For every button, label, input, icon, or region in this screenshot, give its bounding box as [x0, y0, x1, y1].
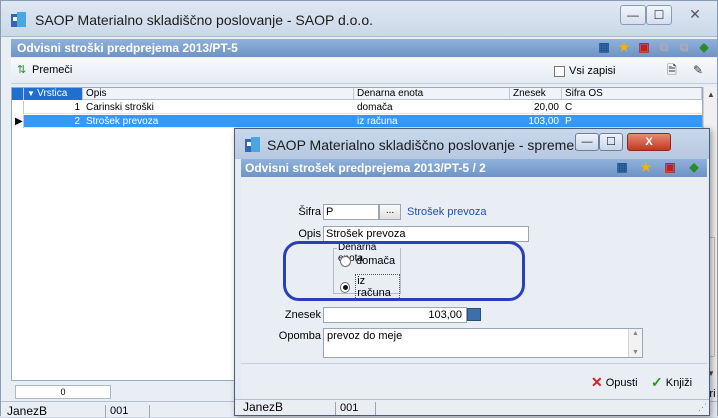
opis-input[interactable]: Strošek prevoza	[323, 226, 529, 242]
resize-grip-icon[interactable]: ⋰	[698, 402, 707, 413]
favorite-star-icon[interactable]: ★	[617, 40, 631, 54]
checkbox-box[interactable]	[554, 65, 565, 77]
all-records-label: Vsi zapisi	[569, 65, 616, 77]
cell-opis: Strošek prevoza	[86, 116, 159, 127]
dialog-status-user: JanezB	[243, 400, 284, 414]
status-empty-cell	[149, 405, 229, 418]
column-header-znesek[interactable]: Znesek	[510, 88, 562, 100]
column-header-vrstica[interactable]: ▼ Vrstica	[24, 88, 83, 100]
cancel-button[interactable]: ✕ Opusti	[591, 374, 638, 391]
toolbar: ⇅ Premeči Vsi zapisi 🗎 ✎ ✐	[11, 58, 717, 84]
dialog-form: Šifra P ... Strošek prevoza Opis Strošek…	[241, 177, 707, 363]
sifra-label: Šifra	[298, 206, 321, 218]
sifra-lookup-button[interactable]: ...	[379, 204, 401, 220]
current-row-indicator-icon[interactable]: ▶	[12, 115, 24, 128]
row-header-corner[interactable]	[12, 88, 24, 100]
checkmark-icon: ✓	[651, 374, 663, 390]
edit-dialog: SAOP Materialno skladiščno poslovanje - …	[234, 128, 710, 416]
opomba-text: prevoz do meje	[327, 330, 403, 342]
column-header-opis[interactable]: Opis	[83, 88, 354, 100]
opomba-label: Opomba	[278, 330, 321, 342]
cell-sifra-os: C	[565, 102, 573, 113]
app-logo-icon	[245, 137, 261, 153]
annotation-highlight-ring	[283, 241, 525, 301]
dialog-window-title: SAOP Materialno skladiščno poslovanje - …	[267, 137, 598, 153]
dialog-header-icons: ▦ ★ ▣ ◆	[615, 160, 701, 174]
header-icon-group: ▦ ★ ▣ ⧉ ⧉ ◆	[597, 40, 711, 54]
dialog-minimize-button[interactable]: —	[575, 133, 599, 151]
move-arrows-icon: ⇅	[17, 64, 27, 76]
grid-layout-icon[interactable]: ▦	[597, 40, 611, 54]
cell-vrstica: 1	[74, 102, 80, 113]
opomba-scrollbar[interactable]: ▲ ▼	[628, 329, 642, 357]
row-indicator[interactable]	[12, 101, 24, 114]
main-title-bar[interactable]: SAOP Materialno skladiščno poslovanje - …	[1, 1, 717, 37]
export-icon[interactable]: ▣	[663, 160, 677, 174]
cell-vrstica: 2	[74, 116, 80, 127]
copy-icon[interactable]: ⧉	[657, 40, 671, 54]
column-header-sifra-os[interactable]: Šifra OS	[562, 88, 702, 100]
table-row-selected[interactable]: ▶ 2 Strošek prevoza iz računa 103,00 P	[12, 115, 702, 128]
export-icon[interactable]: ▣	[637, 40, 651, 54]
status-code: 001	[105, 405, 149, 418]
paste-icon[interactable]: ⧉	[677, 40, 691, 54]
edit-record-icon[interactable]: ✎	[691, 63, 705, 77]
opomba-textarea[interactable]: prevoz do meje ▲ ▼	[323, 328, 643, 358]
dialog-status-bar: JanezB 001 ⋰	[235, 399, 709, 415]
sifra-description-link[interactable]: Strošek prevoza	[407, 206, 486, 218]
scroll-down-arrow-icon[interactable]: ▼	[632, 349, 639, 356]
cell-znesek: 103,00	[528, 116, 559, 127]
dialog-maximize-button[interactable]: ☐	[599, 133, 623, 151]
document-title: Odvisni stroški predprejema 2013/PT-5	[17, 41, 238, 55]
scroll-up-arrow-icon[interactable]: ▲	[707, 90, 715, 99]
toolbar-right-icons: 🗎 ✎ ✐	[665, 63, 718, 77]
window-title: SAOP Materialno skladiščno poslovanje - …	[35, 12, 373, 28]
cell-sifra-os: P	[565, 116, 572, 127]
favorite-star-icon[interactable]: ★	[639, 160, 653, 174]
minimize-button[interactable]: —	[620, 5, 646, 25]
move-label: Premeči	[32, 64, 73, 76]
dialog-header-title: Odvisni strošek predprejema 2013/PT-5 / …	[245, 161, 486, 175]
cell-opis: Carinski stroški	[86, 102, 154, 113]
table-row[interactable]: 1 Carinski stroški domača 20,00 C	[12, 101, 702, 114]
cell-denarna-enota: iz računa	[357, 116, 398, 127]
post-button[interactable]: ✓ Knjiži	[651, 374, 692, 391]
opis-label: Opis	[298, 228, 321, 240]
sifra-input[interactable]: P	[323, 204, 379, 220]
znesek-label: Znesek	[284, 309, 321, 321]
znesek-input[interactable]: 103,00	[323, 307, 467, 323]
column-header-denarna-enota[interactable]: Denarna enota	[354, 88, 510, 100]
print-icon[interactable]: 🗎	[665, 63, 679, 77]
dialog-close-button[interactable]: X	[627, 133, 671, 151]
cell-znesek: 20,00	[533, 102, 559, 113]
post-label: Knjiži	[665, 376, 693, 389]
close-window-button[interactable]: ✕	[680, 5, 710, 25]
dialog-footer: ✕ Opusti ✓ Knjiži	[241, 363, 707, 399]
grid-header-row: ▼ Vrstica Opis Denarna enota Znesek Šifr…	[12, 88, 702, 100]
cancel-x-icon: ✕	[591, 374, 603, 390]
dialog-status-code: 001	[335, 402, 375, 415]
record-count: 0	[15, 385, 111, 399]
cancel-label: Opusti	[605, 376, 638, 389]
help-book-icon[interactable]: ◆	[697, 40, 711, 54]
app-logo-icon	[11, 12, 27, 28]
help-book-icon[interactable]: ◆	[687, 160, 701, 174]
all-records-checkbox[interactable]: Vsi zapisi	[554, 65, 615, 77]
maximize-button[interactable]: ☐	[646, 5, 672, 25]
dialog-title-bar[interactable]: SAOP Materialno skladiščno poslovanje - …	[235, 129, 709, 159]
dialog-status-empty-cell	[375, 402, 475, 415]
calculator-icon[interactable]	[467, 308, 481, 321]
document-header: Odvisni stroški predprejema 2013/PT-5 ▦ …	[11, 39, 717, 57]
grid-layout-icon[interactable]: ▦	[615, 160, 629, 174]
dialog-header: Odvisni strošek predprejema 2013/PT-5 / …	[241, 159, 707, 177]
move-button[interactable]: ⇅ Premeči	[17, 64, 72, 76]
scroll-up-arrow-icon[interactable]: ▲	[632, 330, 639, 337]
cell-denarna-enota: domača	[357, 102, 393, 113]
